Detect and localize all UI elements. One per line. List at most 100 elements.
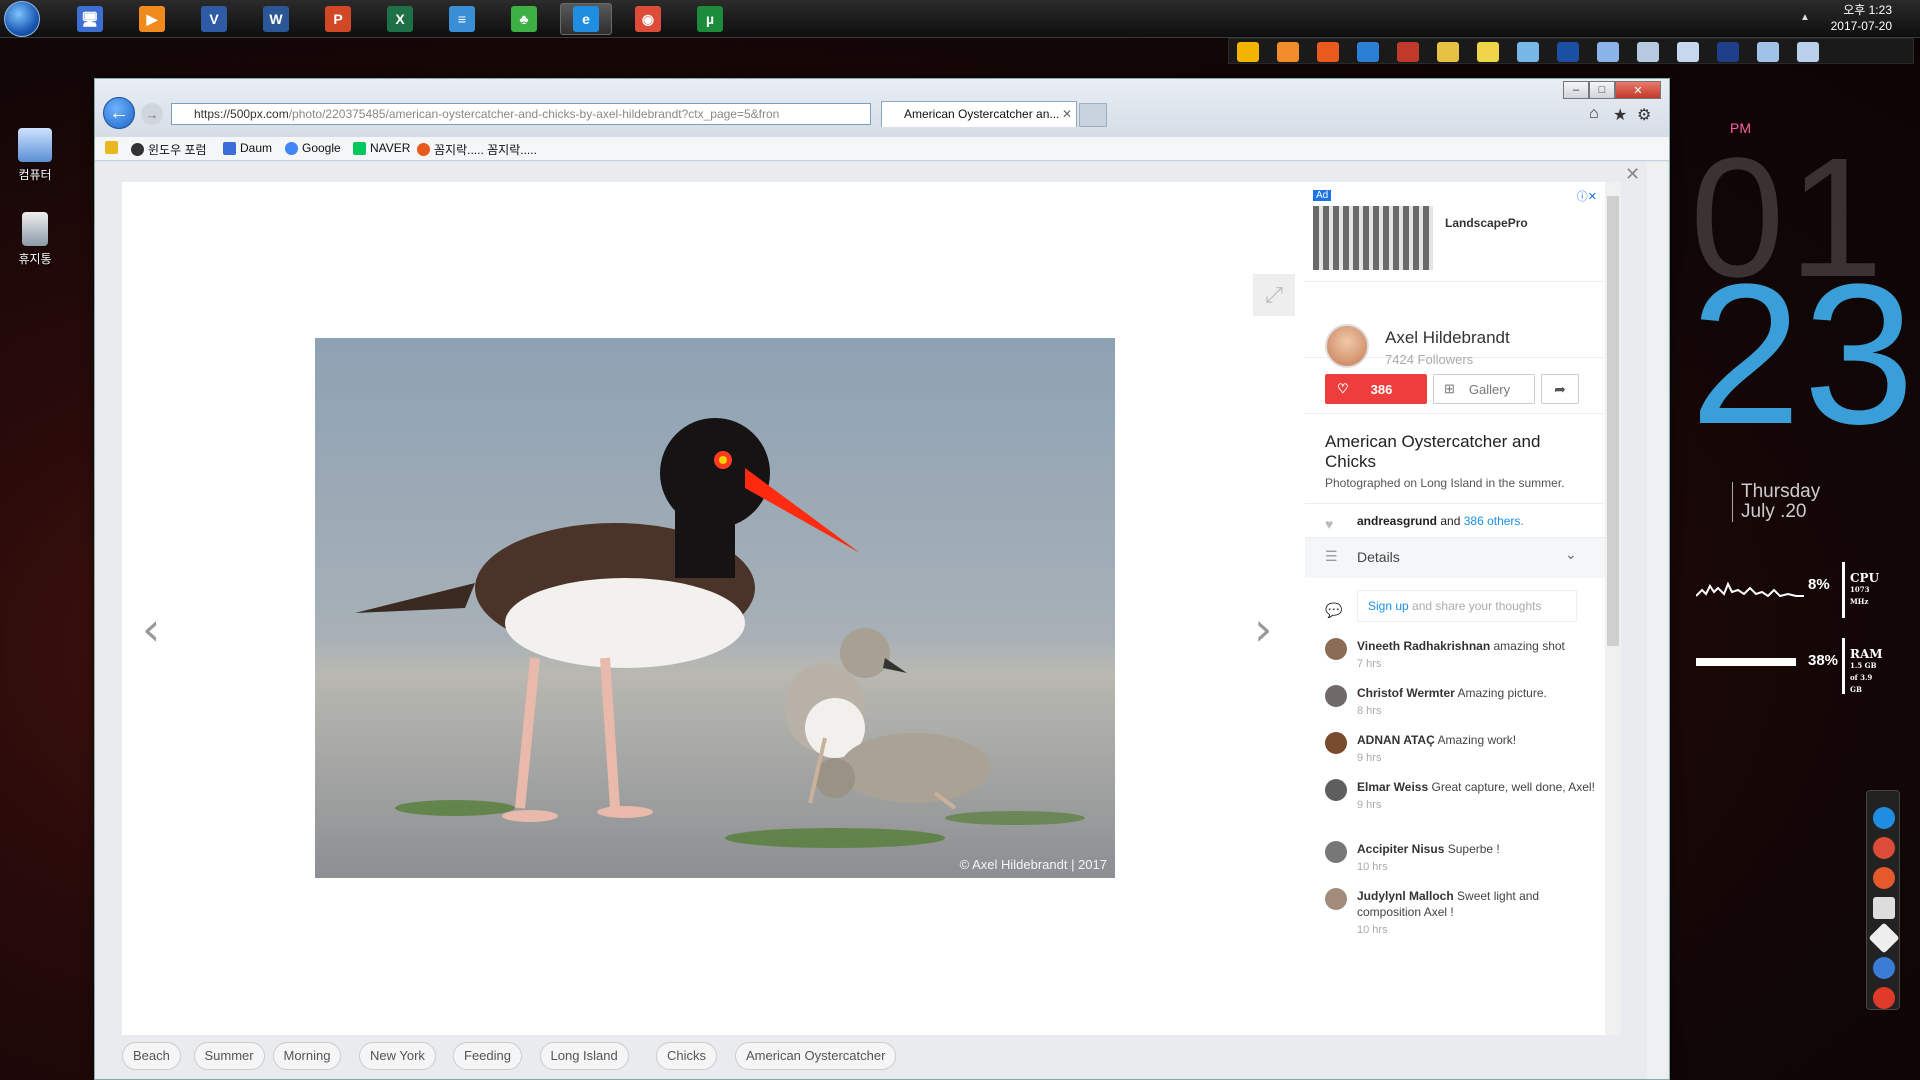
add-favorite-icon[interactable]	[105, 141, 118, 154]
monitor-dock-icon[interactable]	[1873, 897, 1895, 919]
start-button[interactable]	[4, 1, 40, 37]
ad-title: LandscapePro	[1445, 216, 1528, 230]
chrome-app-button[interactable]: ◉	[622, 3, 674, 35]
close-window-button[interactable]: ✕	[1615, 81, 1661, 99]
tray-icon-0[interactable]	[1237, 42, 1259, 62]
ie-app-button[interactable]: e	[560, 3, 612, 35]
excel-app-button[interactable]: X	[374, 3, 426, 35]
maximize-button[interactable]: □	[1589, 81, 1615, 99]
tray-icon-4[interactable]	[1397, 42, 1419, 62]
chrome-dock-icon[interactable]	[1873, 837, 1895, 859]
expand-icon[interactable]: ⤢	[1253, 274, 1295, 316]
minimize-button[interactable]: –	[1563, 81, 1589, 99]
red-dock-icon[interactable]	[1873, 987, 1895, 1009]
comment-avatar[interactable]	[1325, 685, 1347, 707]
next-photo-icon[interactable]: ›	[1254, 602, 1272, 656]
tab-active[interactable]: American Oystercatcher an... ✕	[881, 101, 1077, 127]
share-button[interactable]: ➦	[1541, 374, 1579, 404]
tag-chip[interactable]: Long Island	[539, 1042, 629, 1070]
tag-chip[interactable]: Feeding	[453, 1042, 522, 1070]
comment-avatar[interactable]	[1325, 841, 1347, 863]
comment-avatar[interactable]	[1325, 638, 1347, 660]
tag-chip[interactable]: Summer	[193, 1042, 265, 1070]
computer-app-button[interactable]: 🖥	[64, 3, 116, 35]
close-tab-icon[interactable]: ✕	[1062, 102, 1072, 126]
tray-icon-2[interactable]	[1317, 42, 1339, 62]
desktop-icon-recycle-bin[interactable]: 휴지통	[10, 212, 60, 267]
comment-avatar[interactable]	[1325, 888, 1347, 910]
signup-link[interactable]: Sign up	[1368, 599, 1409, 613]
tag-chip[interactable]: Beach	[122, 1042, 181, 1070]
add-to-gallery-button[interactable]: ⊞ Gallery	[1433, 374, 1535, 404]
tray-icon-9[interactable]	[1597, 42, 1619, 62]
comment-author[interactable]: Judylynl Malloch	[1357, 889, 1454, 903]
favorite-windows-forum[interactable]: 윈도우 포럼	[131, 141, 207, 158]
favorite-kkomjirak[interactable]: 꼼지락..... 꼼지락.....	[417, 141, 537, 158]
back-button[interactable]: ←	[103, 97, 135, 129]
tag-chip[interactable]: New York	[359, 1042, 436, 1070]
ie-dock-icon[interactable]	[1873, 807, 1895, 829]
tray-icon-1[interactable]	[1277, 42, 1299, 62]
media-player-app-button[interactable]: ▶	[126, 3, 178, 35]
address-bar[interactable]: https://500px.com/photo/220375485/americ…	[171, 103, 871, 125]
new-tab-button[interactable]	[1079, 103, 1107, 127]
tab-title: American Oystercatcher an...	[904, 107, 1060, 121]
favorite-daum[interactable]: Daum	[223, 141, 272, 155]
tag-chip[interactable]: American Oystercatcher	[735, 1042, 897, 1070]
tray-icon-6[interactable]	[1477, 42, 1499, 62]
like-button[interactable]: ♡ 386	[1325, 374, 1427, 404]
forward-button[interactable]: →	[141, 103, 163, 125]
tray-icon-10[interactable]	[1637, 42, 1659, 62]
ie-app-icon: e	[573, 6, 599, 32]
comment-author[interactable]: Elmar Weiss	[1357, 780, 1428, 794]
word-app-button[interactable]: W	[250, 3, 302, 35]
clover-app-button[interactable]: ♣	[498, 3, 550, 35]
powerpoint-app-button[interactable]: P	[312, 3, 364, 35]
ad-info-icon[interactable]: ⓘ✕	[1577, 188, 1597, 204]
tray-icon-13[interactable]	[1757, 42, 1779, 62]
ad-section[interactable]: Ad ⓘ✕ LandscapePro	[1305, 182, 1605, 282]
tray-icon-14[interactable]	[1797, 42, 1819, 62]
diamond-dock-icon[interactable]	[1868, 922, 1900, 954]
likers-others-link[interactable]: 386 others.	[1464, 514, 1524, 528]
tray-icon-8[interactable]	[1557, 42, 1579, 62]
tray-icon-11[interactable]	[1677, 42, 1699, 62]
tray-icon-7[interactable]	[1517, 42, 1539, 62]
settings-gear-icon[interactable]: ⚙	[1637, 105, 1651, 125]
details-toggle[interactable]: ☰ Details ⌄	[1305, 538, 1605, 578]
visio-app-button[interactable]: V	[188, 3, 240, 35]
utorrent-app-button[interactable]: µ	[684, 3, 736, 35]
tray-clock[interactable]: 오후 1:23 2017-07-20	[1782, 2, 1892, 34]
favorite-google[interactable]: Google	[285, 141, 341, 155]
favorites-star-icon[interactable]: ★	[1613, 105, 1627, 125]
home-icon[interactable]: ⌂	[1589, 105, 1599, 123]
comment-avatar[interactable]	[1325, 779, 1347, 801]
prev-photo-icon[interactable]: ‹	[142, 602, 160, 656]
comment-author[interactable]: ADNAN ATAÇ	[1357, 733, 1435, 747]
comment-avatar[interactable]	[1325, 732, 1347, 754]
comment-signup-box[interactable]: Sign up and share your thoughts	[1357, 590, 1577, 622]
favorite-naver[interactable]: NAVER	[353, 141, 410, 155]
tray-icon-12[interactable]	[1717, 42, 1739, 62]
tray-icon-5[interactable]	[1437, 42, 1459, 62]
ram-divider	[1842, 638, 1845, 694]
sync-dock-icon[interactable]	[1873, 957, 1895, 979]
comment-author[interactable]: Accipiter Nisus	[1357, 842, 1444, 856]
desktop-icon-computer[interactable]: 컴퓨터	[10, 128, 60, 183]
tray-icon-3[interactable]	[1357, 42, 1379, 62]
notepad-app-button[interactable]: ≡	[436, 3, 488, 35]
author-name[interactable]: Axel Hildebrandt	[1385, 328, 1510, 348]
comment-author[interactable]: Christof Wermter	[1357, 686, 1455, 700]
comment-author[interactable]: Vineeth Radhakrishnan	[1357, 639, 1490, 653]
tag-chip[interactable]: Chicks	[656, 1042, 718, 1070]
tag-chip[interactable]: Morning	[272, 1042, 342, 1070]
page-scrollbar[interactable]	[1647, 162, 1667, 1079]
date-display: Thursday July .20	[1732, 482, 1820, 522]
app-dock-icon[interactable]	[1873, 867, 1895, 889]
sidebar-scroll-thumb[interactable]	[1607, 196, 1619, 646]
tag-list: Beach Summer Morning New York Feeding Long Is…	[122, 1042, 1322, 1080]
tray-icon-bar	[1228, 38, 1914, 64]
comment-text: Amazing work!	[1437, 733, 1517, 747]
liker-name[interactable]: andreasgrund	[1357, 514, 1437, 528]
close-lightbox-icon[interactable]: ✕	[1625, 164, 1640, 185]
